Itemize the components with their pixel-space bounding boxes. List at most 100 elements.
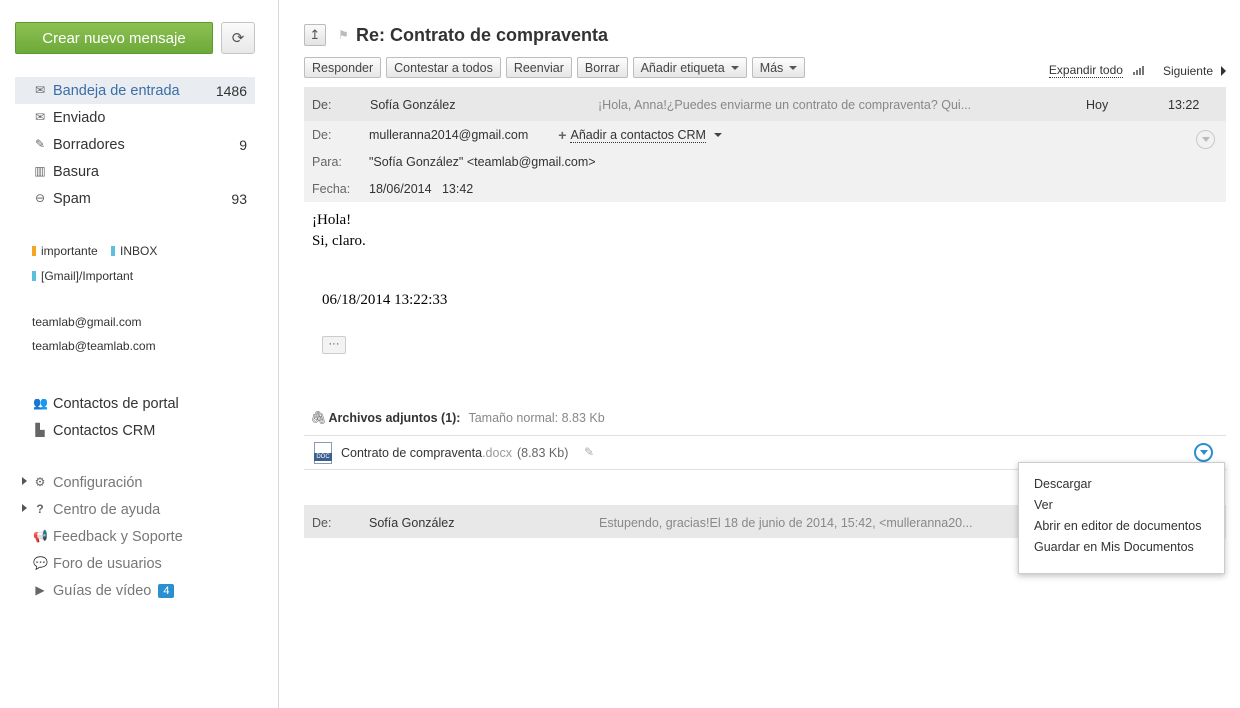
drafts-icon: ✎ bbox=[34, 137, 46, 151]
from-label: De: bbox=[312, 128, 332, 142]
header-from-row: De: mulleranna2014@gmail.com + Añadir a … bbox=[312, 127, 722, 143]
tag-inbox[interactable]: INBOX bbox=[111, 243, 157, 259]
file-name: Contrato de compraventa bbox=[341, 446, 483, 460]
chevron-down-icon bbox=[713, 133, 722, 137]
folder-count: 9 bbox=[239, 137, 247, 153]
menu-item-open-editor[interactable]: Abrir en editor de documentos bbox=[1034, 519, 1201, 535]
file-size: (8.83 Kb) bbox=[516, 446, 569, 460]
body-line: ¡Hola! bbox=[312, 212, 352, 228]
signal-bars-icon[interactable] bbox=[1132, 66, 1145, 75]
folder-count: 1486 bbox=[215, 83, 247, 99]
help-center-link[interactable]: ? Centro de ayuda bbox=[15, 496, 255, 523]
forum-link[interactable]: 💬 Foro de usuarios bbox=[15, 550, 255, 577]
to-label: Para: bbox=[312, 155, 342, 169]
more-label: Más bbox=[759, 60, 784, 75]
delete-button[interactable]: Borrar bbox=[576, 57, 628, 78]
next-arrow-icon[interactable] bbox=[1221, 65, 1226, 76]
header-date-row: Fecha: 18/06/2014 13:42 bbox=[312, 181, 473, 197]
back-button[interactable]: ↥ bbox=[304, 24, 326, 46]
people-icon: 👥 bbox=[33, 396, 48, 410]
forward-button[interactable]: Reenviar bbox=[505, 57, 572, 78]
sender-name: Sofía González bbox=[370, 98, 456, 112]
tag-color-swatch bbox=[111, 246, 116, 256]
chevron-down-icon bbox=[1199, 450, 1208, 455]
add-tag-dropdown[interactable]: Añadir etiqueta bbox=[632, 57, 747, 78]
recipient[interactable]: "Sofía González" <teamlab@gmail.com> bbox=[369, 155, 596, 169]
settings-link[interactable]: ⚙ Configuración bbox=[15, 469, 255, 496]
attachment-menu: Descargar Ver Abrir en editor de documen… bbox=[1018, 462, 1225, 574]
attachment-name[interactable]: Contrato de compraventa.docx (8.83 Kb) bbox=[341, 446, 568, 460]
video-guides-link[interactable]: ▶ Guías de vídeo 4 bbox=[15, 577, 255, 604]
message-snippet: ¡Hola, Anna!¿Puedes enviarme un contrato… bbox=[598, 98, 972, 112]
folder-count: 93 bbox=[231, 191, 247, 207]
link-label: Foro de usuarios bbox=[53, 555, 162, 572]
from-label: De: bbox=[312, 98, 332, 112]
message-day: Hoy bbox=[1086, 98, 1109, 112]
add-tag-label: Añadir etiqueta bbox=[640, 60, 725, 75]
chevron-down-icon bbox=[1201, 137, 1210, 142]
link-label: Centro de ayuda bbox=[53, 501, 161, 518]
refresh-button[interactable]: ⟳ bbox=[221, 22, 255, 54]
file-type-label: DOC bbox=[314, 453, 332, 461]
trash-icon: ▥ bbox=[34, 164, 46, 178]
crm-contacts-link[interactable]: ▙ Contactos CRM bbox=[15, 417, 255, 444]
question-icon: ? bbox=[36, 502, 44, 516]
menu-item-download[interactable]: Descargar bbox=[1034, 477, 1092, 493]
expand-all-link[interactable]: Expandir todo bbox=[1048, 63, 1123, 78]
account-item[interactable]: teamlab@gmail.com bbox=[32, 315, 156, 339]
inbox-icon: ✉ bbox=[34, 83, 46, 97]
next-link[interactable]: Siguiente bbox=[1163, 64, 1213, 78]
compose-button[interactable]: Crear nuevo mensaje bbox=[15, 22, 213, 54]
tag-label: [Gmail]/Important bbox=[41, 269, 134, 283]
megaphone-icon: 📢 bbox=[33, 529, 48, 543]
portal-contacts-link[interactable]: 👥 Contactos de portal bbox=[15, 390, 255, 417]
folder-label: Enviado bbox=[53, 109, 106, 126]
refresh-icon: ⟳ bbox=[231, 30, 245, 47]
folder-sent[interactable]: ✉ Enviado bbox=[15, 104, 255, 131]
folder-label: Spam bbox=[53, 190, 91, 207]
paperclip-icon: 🖇 bbox=[310, 410, 327, 425]
message-time: 13:22 bbox=[1168, 98, 1200, 112]
sidebar: Crear nuevo mensaje ⟳ ✉ Bandeja de entra… bbox=[0, 0, 279, 708]
title-row: ↥ ⚑ Re: Contrato de compraventa bbox=[304, 24, 608, 46]
sender-name: Sofía González bbox=[369, 516, 455, 530]
sender-email[interactable]: mulleranna2014@gmail.com bbox=[369, 128, 528, 142]
flag-icon[interactable]: ⚑ bbox=[338, 29, 349, 41]
folder-trash[interactable]: ▥ Basura bbox=[15, 158, 255, 185]
message-actions-dropdown[interactable] bbox=[1196, 130, 1215, 149]
attachments-size: Tamaño normal: 8.83 Kb bbox=[468, 411, 605, 425]
menu-item-view[interactable]: Ver bbox=[1034, 498, 1053, 514]
attachment-actions-dropdown[interactable] bbox=[1194, 443, 1213, 462]
account-item[interactable]: teamlab@teamlab.com bbox=[32, 339, 156, 363]
link-label: Configuración bbox=[53, 474, 143, 491]
crm-icon: ▙ bbox=[35, 423, 45, 437]
tag-color-swatch bbox=[32, 271, 36, 281]
message-header: De: mulleranna2014@gmail.com + Añadir a … bbox=[304, 121, 1226, 202]
pencil-icon[interactable]: ✎ bbox=[584, 445, 594, 459]
reply-all-button[interactable]: Contestar a todos bbox=[386, 57, 501, 78]
expand-arrow-icon[interactable] bbox=[22, 504, 27, 512]
folder-list: ✉ Bandeja de entrada 1486 ✉ Enviado ✎ Bo… bbox=[15, 77, 255, 212]
sidebar-links: 👥 Contactos de portal ▙ Contactos CRM ⚙ … bbox=[15, 390, 255, 604]
link-label: Feedback y Soporte bbox=[53, 528, 183, 545]
expand-arrow-icon[interactable] bbox=[22, 477, 27, 485]
folder-inbox[interactable]: ✉ Bandeja de entrada 1486 bbox=[15, 77, 255, 104]
tag-importante[interactable]: importante bbox=[32, 243, 98, 259]
more-dropdown[interactable]: Más bbox=[751, 57, 806, 78]
navigation-tools: Expandir todo Siguiente bbox=[1048, 63, 1226, 78]
play-icon: ▶ bbox=[35, 583, 45, 597]
folder-drafts[interactable]: ✎ Borradores 9 bbox=[15, 131, 255, 158]
header-to-row: Para: "Sofía González" <teamlab@gmail.co… bbox=[312, 154, 596, 170]
show-quoted-button[interactable]: ··· bbox=[322, 336, 346, 354]
spam-icon: ⊖ bbox=[34, 191, 46, 205]
tag-gmail-important[interactable]: [Gmail]/Important bbox=[32, 268, 133, 284]
message-snippet: Estupendo, gracias!El 18 de junio de 201… bbox=[599, 516, 973, 530]
collapsed-message[interactable]: De: Sofía González ¡Hola, Anna!¿Puedes e… bbox=[304, 87, 1226, 121]
chevron-down-icon bbox=[789, 65, 798, 70]
menu-item-save-documents[interactable]: Guardar en Mis Documentos bbox=[1034, 540, 1194, 556]
folder-spam[interactable]: ⊖ Spam 93 bbox=[15, 185, 255, 212]
reply-button[interactable]: Responder bbox=[304, 57, 382, 78]
feedback-link[interactable]: 📢 Feedback y Soporte bbox=[15, 523, 255, 550]
add-crm-contact-button[interactable]: + Añadir a contactos CRM bbox=[558, 127, 722, 143]
link-label: Contactos CRM bbox=[53, 422, 156, 439]
